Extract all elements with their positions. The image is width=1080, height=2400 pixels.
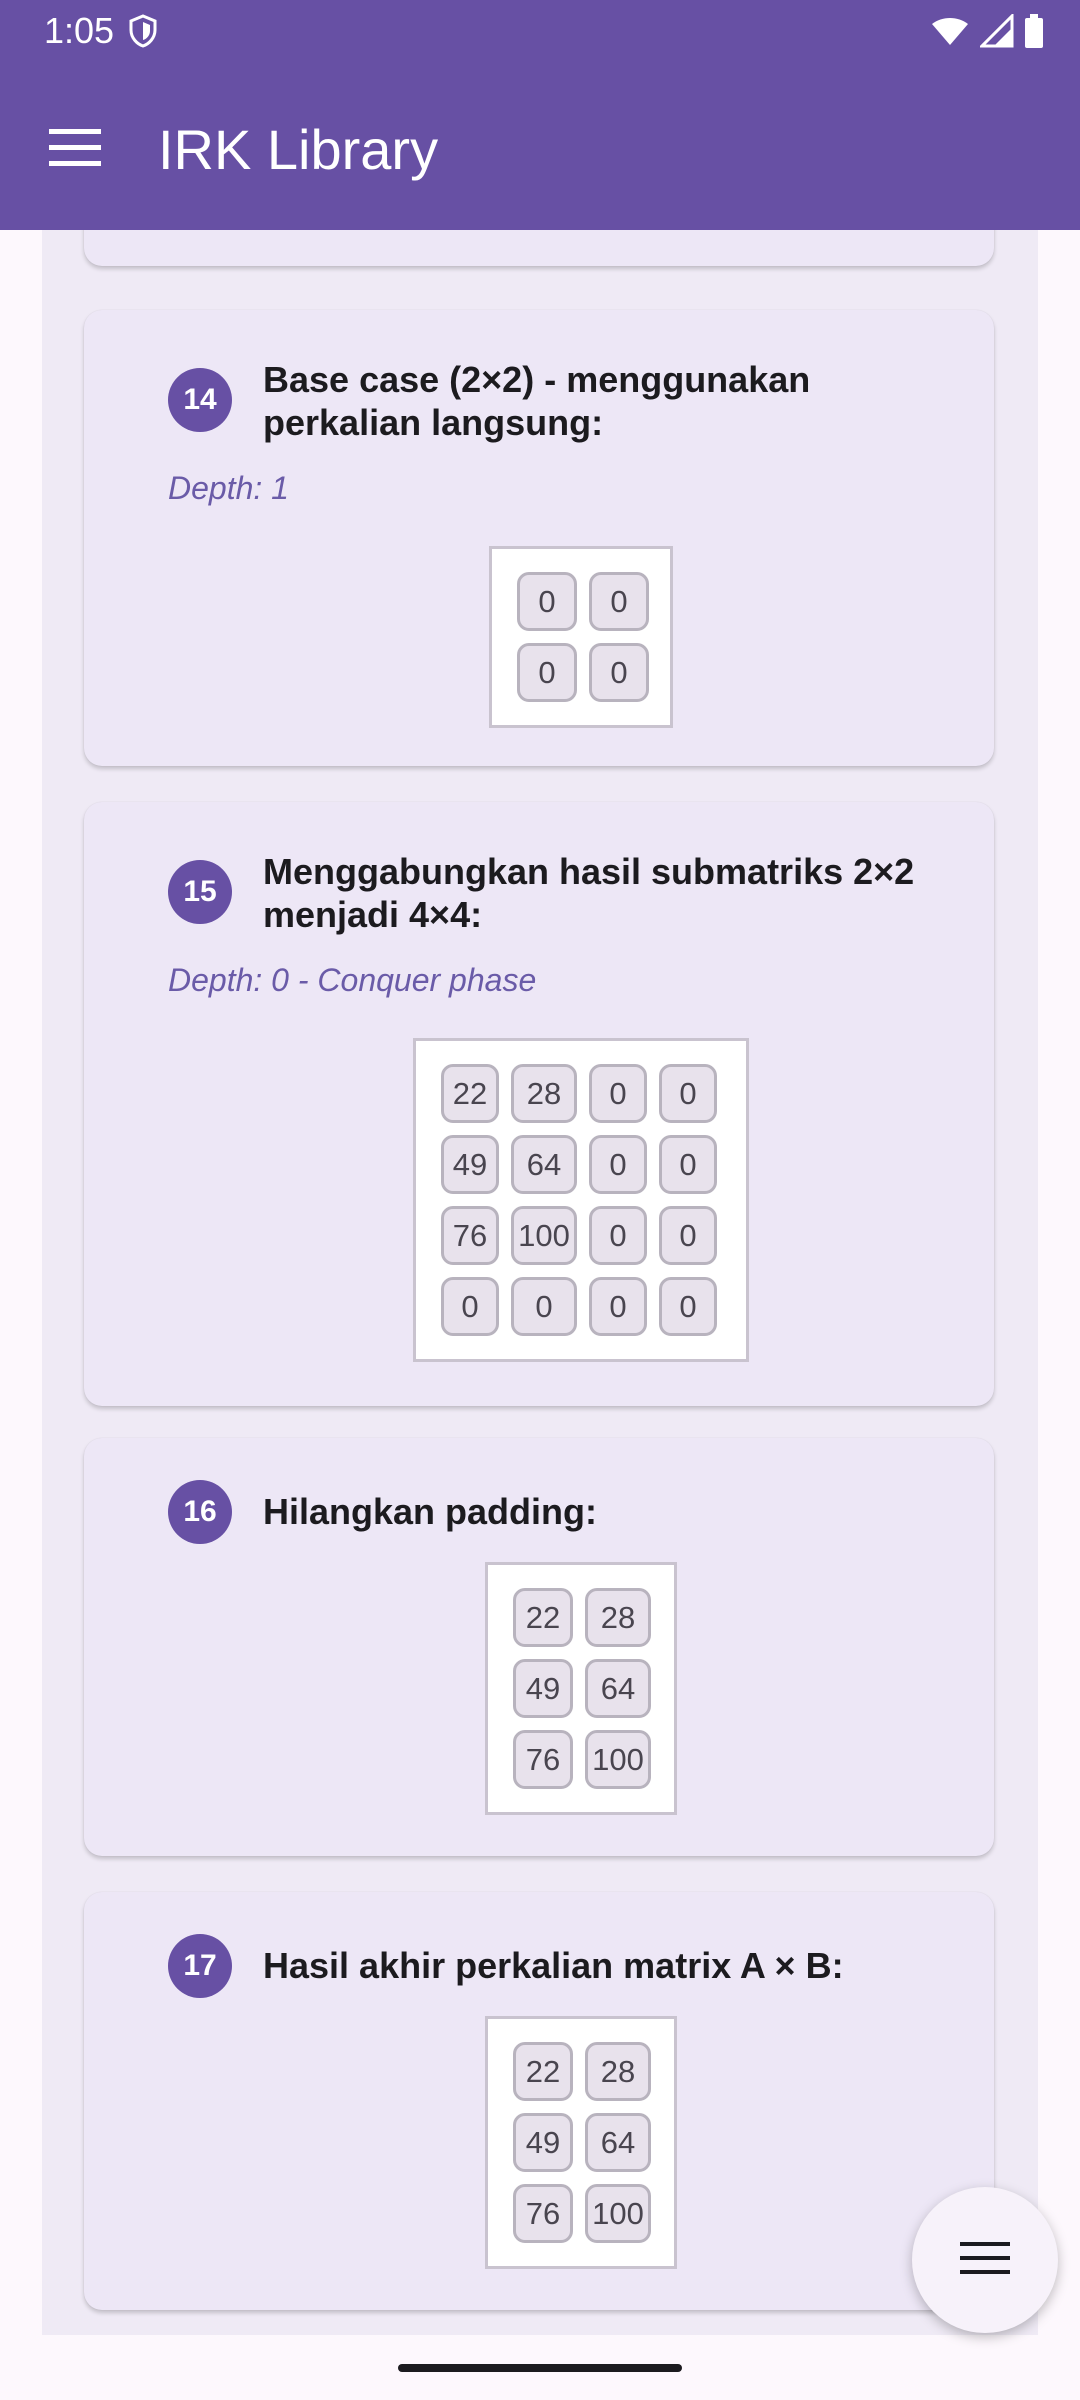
app-bar: 1:05 IRK Library	[0, 0, 1080, 230]
signal-icon	[978, 12, 1014, 53]
step-card-16: 16 Hilangkan padding: 22 28 49 64 76 100	[84, 1438, 994, 1856]
matrix-cell: 49	[513, 1659, 573, 1718]
step-card-17: 17 Hasil akhir perkalian matrix A × B: 2…	[84, 1892, 994, 2310]
matrix-cell: 76	[513, 1730, 573, 1789]
matrix-cell: 0	[659, 1277, 717, 1336]
matrix-cell: 0	[589, 1135, 647, 1194]
status-time: 1:05	[44, 10, 115, 51]
step-number-badge: 14	[168, 368, 232, 432]
step-title: Hasil akhir perkalian matrix A × B:	[263, 1945, 844, 1986]
matrix-cell: 22	[513, 2042, 573, 2101]
step-card-15: 15 Menggabungkan hasil submatriks 2×2 me…	[84, 802, 994, 1406]
matrix-cell: 100	[585, 1730, 651, 1789]
gesture-nav-handle[interactable]	[398, 2364, 682, 2372]
depth-label: Depth: 0 - Conquer phase	[168, 962, 537, 998]
menu-lines-icon	[960, 2241, 1010, 2279]
depth-label: Depth: 1	[168, 470, 289, 506]
matrix-cell: 76	[513, 2184, 573, 2243]
matrix-cell: 49	[513, 2113, 573, 2172]
matrix-cell: 0	[589, 1277, 647, 1336]
battery-icon	[1024, 14, 1044, 53]
matrix-cell: 22	[513, 1588, 573, 1647]
matrix-cell: 0	[517, 572, 577, 631]
matrix-cell: 64	[585, 2113, 651, 2172]
matrix-cell: 0	[441, 1277, 499, 1336]
step-number-badge: 16	[168, 1480, 232, 1544]
matrix-cell: 0	[589, 1064, 647, 1123]
step-number-badge: 17	[168, 1934, 232, 1998]
matrix-cell: 22	[441, 1064, 499, 1123]
hamburger-menu-icon[interactable]	[40, 118, 110, 178]
matrix-cell: 76	[441, 1206, 499, 1265]
app-title: IRK Library	[158, 118, 439, 181]
matrix-cell: 0	[659, 1135, 717, 1194]
step-number-badge: 15	[168, 860, 232, 924]
matrix-cell: 64	[585, 1659, 651, 1718]
step-title: Menggabungkan hasil submatriks 2×2 menja…	[263, 851, 915, 935]
result-matrix: 22 28 49 64 76 100	[485, 2016, 677, 2269]
result-matrix: 22 28 49 64 76 100	[485, 1562, 677, 1815]
step-title: Base case (2×2) - menggunakan perkalian …	[263, 359, 811, 443]
steps-scroll-area[interactable]: 14 Base case (2×2) - menggunakan perkali…	[42, 190, 1038, 2335]
matrix-cell: 28	[585, 2042, 651, 2101]
result-matrix: 0 0 0 0	[489, 546, 673, 728]
matrix-cell: 100	[511, 1206, 577, 1265]
matrix-cell: 0	[517, 643, 577, 702]
matrix-cell: 0	[589, 572, 649, 631]
matrix-cell: 0	[659, 1064, 717, 1123]
matrix-cell: 0	[589, 1206, 647, 1265]
matrix-cell: 64	[511, 1135, 577, 1194]
matrix-cell: 0	[511, 1277, 577, 1336]
matrix-cell: 28	[511, 1064, 577, 1123]
status-icons	[930, 12, 1044, 53]
result-matrix: 22 28 0 0 49 64 0 0 76 100 0 0 0 0 0 0	[413, 1038, 749, 1362]
matrix-cell: 100	[585, 2184, 651, 2243]
fab-menu-button[interactable]	[912, 2187, 1058, 2333]
matrix-cell: 0	[659, 1206, 717, 1265]
step-title: Hilangkan padding:	[263, 1491, 598, 1532]
matrix-cell: 49	[441, 1135, 499, 1194]
matrix-cell: 28	[585, 1588, 651, 1647]
matrix-cell: 0	[589, 643, 649, 702]
wifi-icon	[930, 15, 970, 52]
shield-icon	[128, 14, 158, 53]
step-card-14: 14 Base case (2×2) - menggunakan perkali…	[84, 310, 994, 766]
